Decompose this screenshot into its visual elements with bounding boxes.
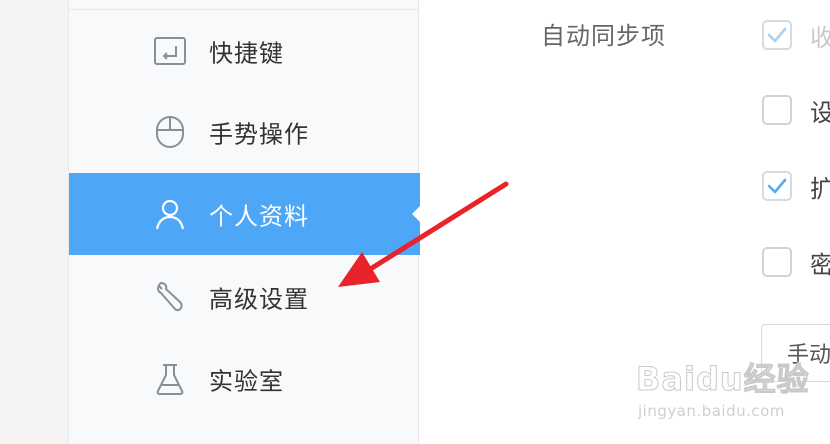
sync-option-extensions[interactable]: 扩 <box>762 169 830 203</box>
auto-sync-title: 自动同步项 <box>541 22 666 50</box>
sidebar-item-label: 实验室 <box>209 367 284 396</box>
checkbox-label: 密 <box>810 250 830 279</box>
checkbox-label: 设 <box>810 98 830 127</box>
sidebar-item-label: 个人资料 <box>209 202 309 231</box>
sidebar-item-gestures[interactable]: 手势操作 <box>69 91 420 173</box>
user-icon <box>153 197 187 231</box>
checkbox-label: 收 <box>810 23 830 52</box>
checkbox[interactable] <box>762 247 792 277</box>
sidebar-item-label: 快捷键 <box>209 39 284 68</box>
flask-icon <box>153 362 187 396</box>
keyboard-shortcut-icon <box>153 34 187 68</box>
sidebar-item-label: 手势操作 <box>209 120 309 149</box>
manual-sync-button[interactable]: 手动 <box>761 324 830 382</box>
sync-option-passwords[interactable]: 密 <box>762 245 830 279</box>
check-mark-icon <box>767 178 787 194</box>
active-indicator <box>412 205 421 223</box>
checkbox[interactable] <box>762 20 792 50</box>
wrench-icon <box>153 280 187 314</box>
window-background <box>0 0 68 444</box>
check-mark-icon <box>767 27 787 43</box>
sidebar-item-lab[interactable]: 实验室 <box>69 338 420 420</box>
settings-sidebar: 快捷键 手势操作 个人资料 高级设置 实验室 <box>68 0 421 444</box>
checkbox-label: 扩 <box>810 174 830 203</box>
watermark-url: jingyan.baidu.com <box>638 402 785 420</box>
mouse-icon <box>153 115 187 149</box>
sidebar-item-profile[interactable]: 个人资料 <box>69 173 421 255</box>
sidebar-item-advanced-settings[interactable]: 高级设置 <box>69 256 420 338</box>
checkbox[interactable] <box>762 95 792 125</box>
sidebar-item-label: 高级设置 <box>209 285 309 314</box>
checkbox[interactable] <box>762 171 792 201</box>
sync-option-settings[interactable]: 设 <box>762 93 830 127</box>
sidebar-item-shortcuts[interactable]: 快捷键 <box>69 10 420 92</box>
sync-option-favorites[interactable]: 收 <box>762 18 830 52</box>
